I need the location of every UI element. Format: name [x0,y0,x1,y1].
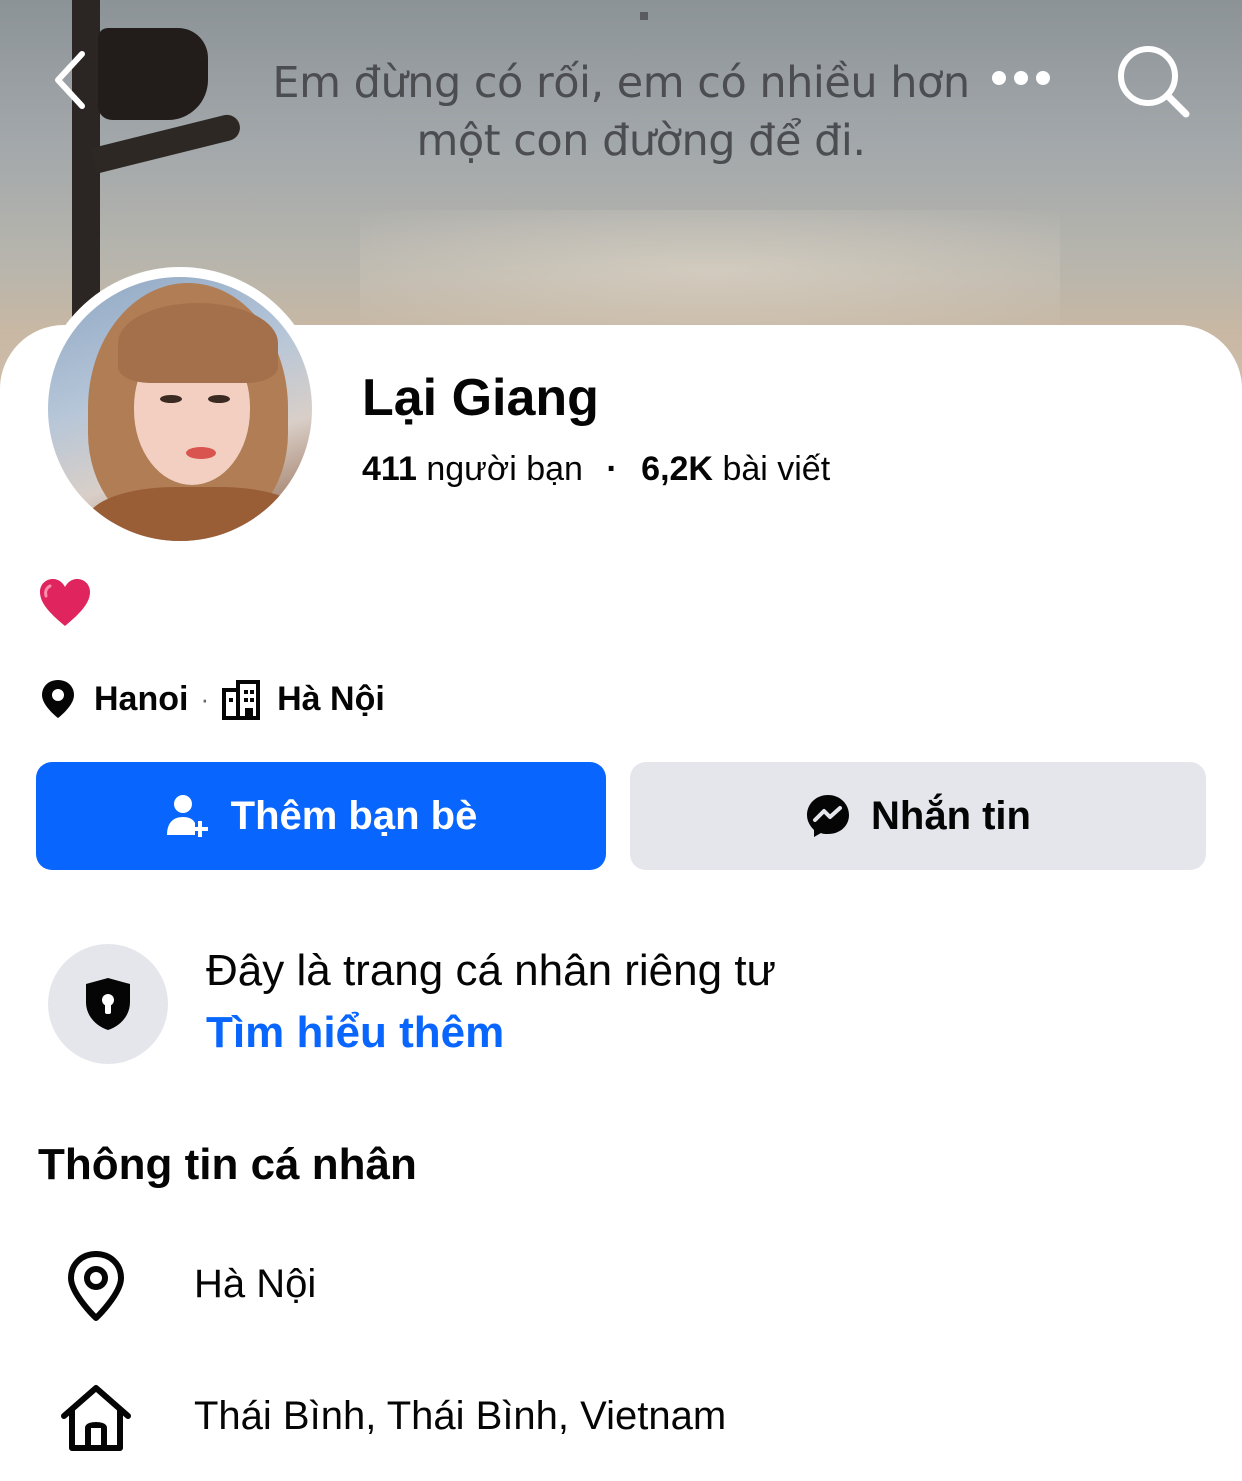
about-item-label: Thái Bình, Thái Bình, Vietnam [194,1394,727,1438]
profile-stats: 411 người bạn · 6,2K bài viết [362,450,830,489]
about-item-current-city[interactable]: Hà Nội [0,1240,1242,1330]
about-item-label: Hà Nội [194,1262,317,1306]
city-building-icon [222,680,261,720]
about-item-hometown[interactable]: Thái Bình, Thái Bình, Vietnam [0,1376,1242,1466]
hometown-short[interactable]: Hà Nội [277,680,385,719]
search-icon [1118,46,1190,118]
more-dots-icon [992,71,1050,85]
profile-name: Lại Giang [362,369,599,427]
location-row: Hanoi · Hà Nội [38,676,385,722]
back-button[interactable] [40,40,110,120]
home-icon [61,1385,131,1451]
privacy-shield-badge [48,944,168,1064]
search-button[interactable] [1110,38,1196,124]
heart-icon [40,579,90,626]
posts-count: 6,2K [641,450,713,488]
add-friend-icon [166,795,208,837]
cover-cloud-decoration [360,210,1060,330]
location-pin-icon [68,1251,124,1321]
friends-label[interactable]: người bạn [426,450,583,488]
privacy-title: Đây là trang cá nhân riêng tư [206,946,777,995]
add-friend-label: Thêm bạn bè [230,793,478,838]
stats-separator: · [606,450,618,488]
about-section-title: Thông tin cá nhân [38,1140,417,1189]
location-separator: · [200,683,210,714]
profile-avatar[interactable] [38,267,322,551]
location-pin-icon [42,680,74,718]
more-options-button[interactable] [990,58,1056,98]
shield-lock-icon [86,978,130,1030]
friends-count[interactable]: 411 [362,450,417,488]
messenger-icon [807,795,849,837]
posts-label: bài viết [722,450,831,488]
current-city[interactable]: Hanoi [94,680,188,719]
cover-dot-decoration [640,12,648,20]
message-label: Nhắn tin [871,793,1031,838]
learn-more-link[interactable]: Tìm hiểu thêm [206,1008,504,1058]
chevron-left-icon [55,51,85,109]
message-button[interactable]: Nhắn tin [630,762,1206,870]
cover-quote-line2: một con đường để đi. [416,116,867,166]
avatar-image [48,277,312,541]
add-friend-button[interactable]: Thêm bạn bè [36,762,606,870]
